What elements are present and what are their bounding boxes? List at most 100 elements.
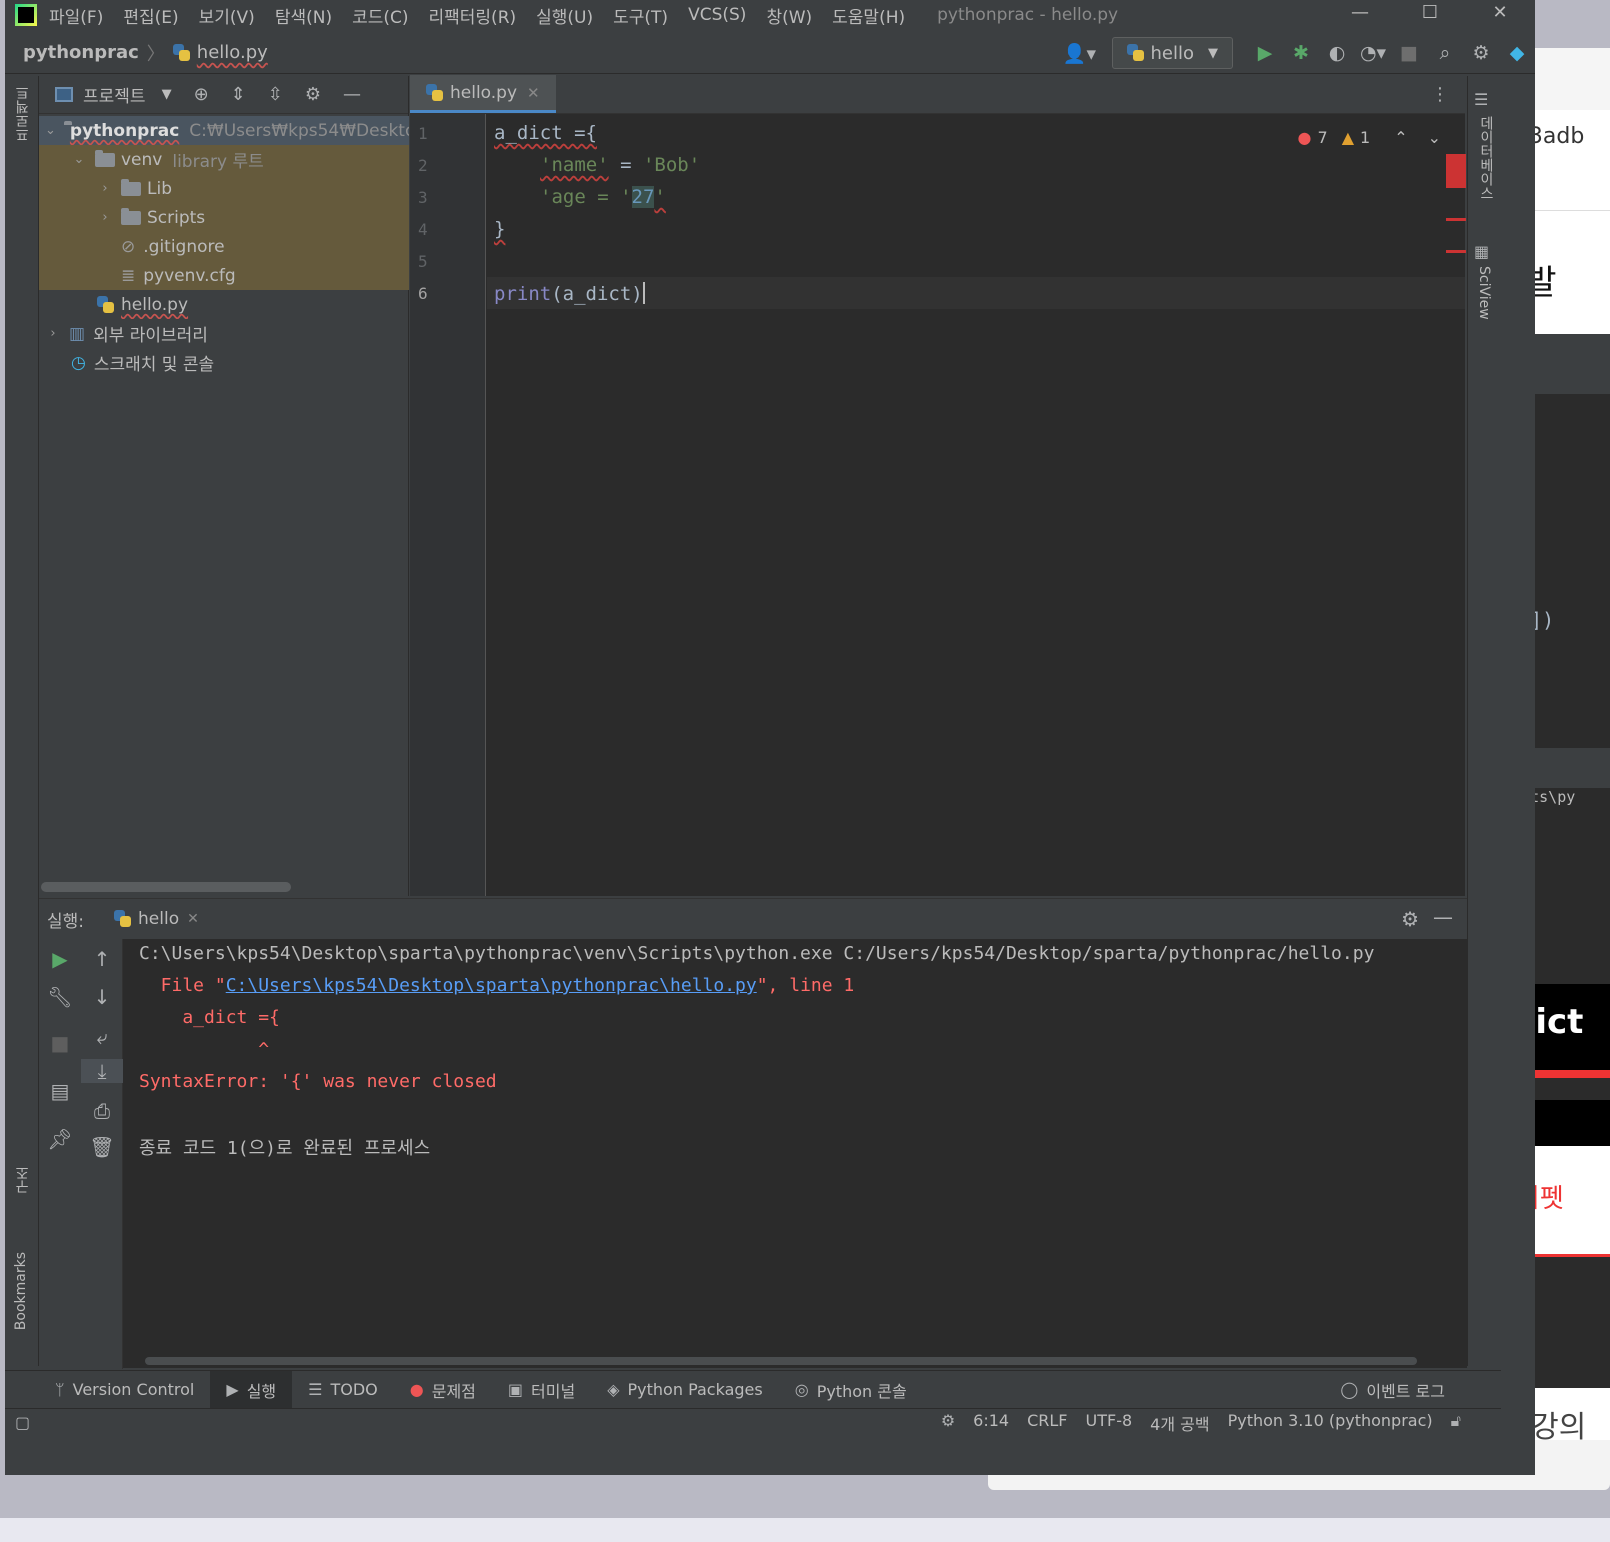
error-stripe-marker[interactable]	[1446, 218, 1466, 221]
tree-item-venv[interactable]: ⌄ venv library 루트	[39, 145, 409, 174]
tree-item-gitignore[interactable]: ⊘ .gitignore	[39, 232, 409, 261]
tool-python-packages[interactable]: ◈ Python Packages	[591, 1371, 779, 1409]
chevron-down-icon[interactable]: ▼	[162, 87, 172, 102]
tree-item-lib[interactable]: › Lib	[39, 174, 409, 203]
tool-run[interactable]: ▶ 실행	[210, 1370, 293, 1409]
menu-view[interactable]: 보기(V)	[199, 3, 255, 28]
console-file-link[interactable]: C:\Users\kps54\Desktop\sparta\pythonprac…	[226, 975, 757, 996]
horizontal-scrollbar[interactable]	[145, 1357, 1417, 1365]
toggle-tool-windows-icon[interactable]: ▢	[15, 1413, 30, 1432]
menu-run[interactable]: 실행(U)	[536, 3, 593, 28]
chevron-up-icon[interactable]: ⌃	[1394, 128, 1407, 147]
menu-code[interactable]: 코드(C)	[352, 3, 408, 28]
tree-item-external-libraries[interactable]: › ▥ 외부 라이브러리	[39, 319, 409, 348]
layout-icon[interactable]: ▤	[39, 1079, 81, 1103]
arrow-down-icon[interactable]: ↓	[81, 985, 123, 1009]
tool-terminal[interactable]: ▣ 터미널	[492, 1371, 591, 1409]
settings-gear-icon[interactable]: ⚙	[1463, 42, 1499, 64]
database-tool-button[interactable]: 데이터베이스	[1476, 116, 1496, 200]
run-icon[interactable]: ▶	[1247, 42, 1283, 64]
structure-tool-button[interactable]: 구조	[13, 1166, 33, 1194]
code-with-me-icon[interactable]: ◆	[1499, 42, 1535, 64]
collapse-all-icon[interactable]: ⇳	[268, 84, 283, 105]
more-options-icon[interactable]: ⋮	[1431, 84, 1449, 105]
code-string: '	[654, 186, 666, 208]
expand-all-icon[interactable]: ⇕	[231, 84, 246, 105]
tool-event-log[interactable]: ◯ 이벤트 로그	[1324, 1371, 1461, 1409]
wrench-icon[interactable]: 🔧︎	[39, 985, 81, 1009]
user-icon[interactable]: 👤▾	[1062, 42, 1098, 65]
bookmarks-tool-button[interactable]: Bookmarks	[13, 1252, 29, 1330]
maximize-icon[interactable]: ☐	[1395, 0, 1465, 30]
caret-position[interactable]: 6:14	[973, 1411, 1009, 1435]
menu-refactor[interactable]: 리팩터링(R)	[429, 3, 517, 28]
inspection-settings-icon[interactable]: ⚙	[941, 1411, 955, 1435]
menu-file[interactable]: 파일(F)	[49, 3, 103, 28]
run-config-selector[interactable]: hello ▼	[1111, 37, 1233, 69]
trash-icon[interactable]: 🗑︎	[81, 1135, 123, 1159]
gear-icon[interactable]: ⚙	[305, 84, 321, 105]
tree-item-pythonprac[interactable]: ⌄ pythonprac C:₩Users₩kps54₩Desktop	[39, 116, 409, 145]
search-icon[interactable]: ⌕	[1427, 42, 1463, 64]
project-panel-title[interactable]: 프로젝트	[83, 82, 146, 107]
tool-python-console[interactable]: ◎ Python 콘솔	[779, 1371, 923, 1409]
rerun-icon[interactable]: ▶	[39, 947, 81, 971]
close-tab-icon[interactable]: ✕	[187, 911, 199, 927]
sciview-tool-button[interactable]: SciView	[1476, 266, 1492, 320]
scroll-to-end-icon[interactable]: ⤓	[81, 1059, 123, 1083]
stop-icon[interactable]: ■	[1391, 42, 1427, 64]
run-tab-hello[interactable]: hello ✕	[114, 909, 199, 929]
code-line-4[interactable]: }	[494, 218, 505, 240]
print-icon[interactable]: ⎙	[81, 1099, 123, 1123]
project-view-icon	[55, 87, 73, 102]
close-tab-icon[interactable]: ✕	[527, 84, 540, 102]
chevron-down-icon[interactable]: ⌄	[1428, 128, 1441, 147]
error-stripe-marker[interactable]	[1446, 250, 1466, 253]
tree-item-scratches[interactable]: ◷ 스크래치 및 콘솔	[39, 348, 409, 377]
code-line-6[interactable]: print(a_dict)	[494, 282, 645, 305]
indent-setting[interactable]: 4개 공백	[1150, 1411, 1209, 1435]
code-line-2[interactable]: 'name' = 'Bob'	[494, 154, 700, 176]
tree-item-hello-py[interactable]: hello.py	[39, 290, 409, 319]
tree-item-scripts[interactable]: › Scripts	[39, 203, 409, 232]
tool-version-control[interactable]: ᛘ Version Control	[39, 1371, 210, 1409]
profile-icon[interactable]: ◔▾	[1355, 42, 1391, 64]
menu-help[interactable]: 도움말(H)	[832, 3, 905, 28]
tool-problems[interactable]: ● 문제점	[394, 1371, 492, 1409]
soft-wrap-icon[interactable]: ⤶	[81, 1025, 123, 1049]
breadcrumb-file[interactable]: hello.py	[197, 42, 268, 63]
menu-window[interactable]: 창(W)	[766, 3, 812, 28]
line-separator[interactable]: CRLF	[1027, 1411, 1067, 1435]
arrow-up-icon[interactable]: ↑	[81, 947, 123, 971]
menu-vcs[interactable]: VCS(S)	[688, 5, 746, 25]
menu-tools[interactable]: 도구(T)	[613, 3, 668, 28]
editor-tab-hello-py[interactable]: hello.py ✕	[410, 75, 556, 113]
run-toolbar-primary: ▶ 🔧︎ ■ ▤ 📌︎	[39, 939, 81, 1369]
hide-icon[interactable]: —	[343, 84, 361, 105]
minimize-icon[interactable]: —	[1325, 0, 1395, 30]
menu-navigate[interactable]: 탐색(N)	[275, 3, 332, 28]
line-number-gutter: 1 2 3 4 5 6	[410, 114, 486, 896]
tool-todo[interactable]: ☰ TODO	[292, 1371, 394, 1409]
horizontal-scrollbar[interactable]	[41, 882, 291, 892]
menu-edit[interactable]: 편집(E)	[123, 3, 178, 28]
lock-icon[interactable]: 🔓︎	[1451, 1411, 1461, 1435]
close-icon[interactable]: ✕	[1465, 0, 1535, 30]
debug-icon[interactable]: ✱	[1283, 42, 1319, 64]
locate-icon[interactable]: ⊕	[194, 84, 209, 105]
error-stripe-marker[interactable]	[1446, 154, 1466, 188]
tree-item-pyvenv[interactable]: ≣ pyvenv.cfg	[39, 261, 409, 290]
stop-icon[interactable]: ■	[39, 1031, 81, 1055]
python-interpreter[interactable]: Python 3.10 (pythonprac)	[1228, 1411, 1433, 1435]
hide-icon[interactable]: —	[1433, 905, 1453, 929]
code-line-1[interactable]: a_dict ={	[494, 122, 597, 144]
python-file-icon	[426, 83, 444, 102]
code-line-3[interactable]: 'age = '27'	[494, 186, 666, 208]
file-encoding[interactable]: UTF-8	[1086, 1411, 1133, 1435]
inspection-widget[interactable]: ● 7 ▲ 1 ⌃ ⌄	[1298, 128, 1441, 147]
coverage-icon[interactable]: ◐	[1319, 42, 1355, 64]
settings-gear-icon[interactable]: ⚙	[1401, 907, 1419, 931]
project-tool-button[interactable]: 프로젝트	[13, 86, 33, 142]
pin-icon[interactable]: 📌︎	[39, 1127, 81, 1151]
breadcrumb-project[interactable]: pythonprac	[23, 42, 139, 63]
